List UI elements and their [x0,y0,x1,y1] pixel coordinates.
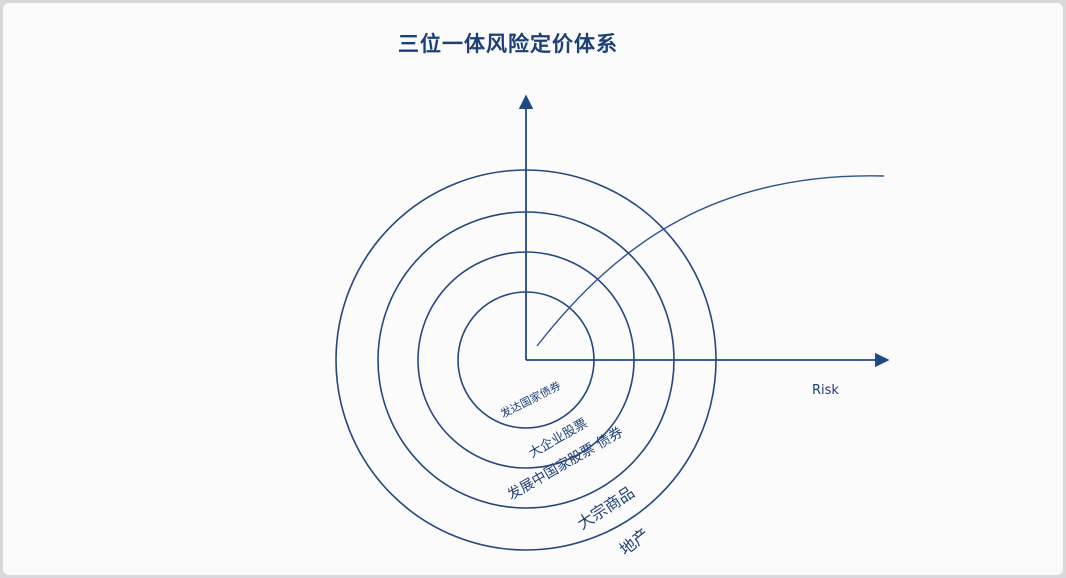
x-axis-label: Risk [812,383,839,398]
risk-return-curve [536,175,885,347]
ring-label-4: 大宗商品 [574,483,638,534]
ring-label-1: 发达国家债券 [498,378,563,420]
ring-label-5: 地产 [616,524,653,559]
risk-pricing-diagram: Risk 发达国家债券 大企业股票 发展中国家股票 债券 大宗商品 地产 [335,94,890,559]
